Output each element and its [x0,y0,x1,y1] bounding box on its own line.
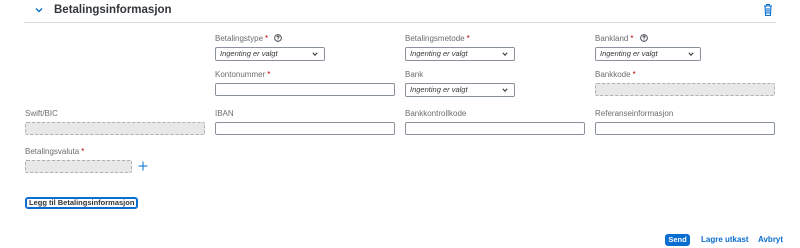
field-bank: Bank Ingenting er valgt [405,69,515,97]
required-marker: * [630,34,634,43]
chevron-down-icon[interactable] [34,5,44,15]
field-iban: IBAN [215,108,395,135]
bankkode-input [595,83,775,96]
cancel-button[interactable]: Avbryt [758,234,783,246]
field-betalingsvaluta: Betalingsvaluta * [25,146,132,173]
betalingsmetode-label: Betalingsmetode [405,34,465,43]
bankland-value: Ingenting er valgt [600,49,658,58]
bankkontrollkode-label: Bankkontrollkode [405,109,467,118]
plus-icon[interactable] [138,161,148,171]
save-draft-button[interactable]: Lagre utkast [701,234,749,246]
field-betalingsmetode: Betalingsmetode * Ingenting er valgt [405,33,515,61]
betalingstype-value: Ingenting er valgt [220,49,278,58]
required-marker: * [267,70,271,79]
referanseinformasjon-label: Referanseinformasjon [595,109,674,118]
required-marker: * [265,34,269,43]
required-marker: * [632,70,636,79]
required-marker: * [466,34,470,43]
swift-label: Swift/BIC [25,109,58,118]
trash-icon[interactable] [762,3,774,17]
section-header: Betalingsinformasjon [24,2,776,23]
chevron-down-icon [502,52,508,57]
required-marker: * [81,147,85,156]
betalingsmetode-value: Ingenting er valgt [410,49,468,58]
betalingstype-select[interactable]: Ingenting er valgt [215,47,325,61]
betalingsvaluta-input [25,160,132,173]
chevron-down-icon [688,52,694,57]
kontonummer-input[interactable] [215,83,395,96]
help-icon[interactable] [274,34,283,42]
betalingstype-label: Betalingstype [215,34,264,43]
add-payment-info-button[interactable]: Legg til Betalingsinformasjon [25,197,139,209]
field-swift: Swift/BIC [25,108,205,135]
section-title: Betalingsinformasjon [54,4,172,16]
chevron-down-icon [502,88,508,93]
help-icon[interactable] [639,34,648,42]
iban-label: IBAN [215,109,234,118]
kontonummer-label: Kontonummer [215,70,266,79]
referanseinformasjon-input[interactable] [595,122,775,135]
bank-label: Bank [405,70,424,79]
chevron-down-icon [312,52,318,57]
bankland-label: Bankland [595,34,629,43]
field-bankkode: Bankkode * [595,69,775,96]
bank-select[interactable]: Ingenting er valgt [405,83,515,97]
field-referanseinformasjon: Referanseinformasjon [595,108,775,135]
bankland-select[interactable]: Ingenting er valgt [595,47,701,61]
bankkode-label: Bankkode [595,70,631,79]
iban-input[interactable] [215,122,395,135]
betalingsvaluta-label: Betalingsvaluta [25,147,80,156]
send-button[interactable]: Send [665,234,690,246]
field-bankland: Bankland * Ingenting er valgt [595,33,701,61]
field-betalingstype: Betalingstype * Ingenting er valgt [215,33,325,61]
bank-value: Ingenting er valgt [410,85,468,94]
swift-input [25,122,205,135]
field-bankkontrollkode: Bankkontrollkode [405,108,585,135]
field-kontonummer: Kontonummer * [215,69,395,96]
bankkontrollkode-input[interactable] [405,122,585,135]
betalingsmetode-select[interactable]: Ingenting er valgt [405,47,515,61]
